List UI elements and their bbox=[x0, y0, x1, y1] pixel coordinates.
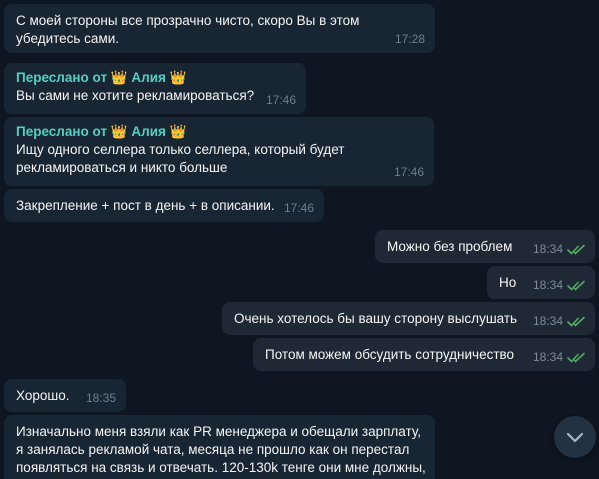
message-text: Ищу одного селлера только селлера, котор… bbox=[16, 142, 349, 175]
message-time: 17:46 bbox=[283, 201, 314, 215]
double-check-icon bbox=[567, 280, 585, 291]
message-text: С моей стороны все прозрачно чисто, скор… bbox=[16, 13, 364, 46]
message-time: 18:34 bbox=[532, 350, 563, 364]
message-time: 18:35 bbox=[85, 391, 116, 405]
message-outgoing[interactable]: Очень хотелось бы вашу сторону выслушать… bbox=[222, 302, 595, 335]
message-text: Закрепление + пост в день + в описании. bbox=[16, 198, 275, 213]
double-check-icon bbox=[567, 352, 585, 363]
message-incoming[interactable]: С моей стороны все прозрачно чисто, скор… bbox=[4, 4, 435, 53]
chat-history: С моей стороны все прозрачно чисто, скор… bbox=[0, 0, 599, 479]
message-forwarded[interactable]: Переслано от 👑 Алия 👑 Вы сами не хотите … bbox=[4, 63, 306, 114]
double-check-icon bbox=[567, 316, 585, 327]
message-incoming[interactable]: Хорошо. 18:35 bbox=[4, 379, 126, 412]
forwarded-header[interactable]: Переслано от 👑 Алия 👑 bbox=[16, 123, 422, 141]
message-time: 18:34 bbox=[532, 242, 563, 256]
message-text: Вы сами не хотите рекламироваться? bbox=[16, 88, 255, 103]
message-time: 18:34 bbox=[532, 278, 563, 292]
message-outgoing[interactable]: Потом можем обсудить сотрудничество 18:3… bbox=[253, 338, 595, 371]
message-time: 17:28 bbox=[394, 32, 425, 46]
double-check-icon bbox=[567, 244, 585, 255]
message-text: Очень хотелось бы вашу сторону выслушать bbox=[234, 311, 518, 326]
scroll-to-bottom-button[interactable] bbox=[554, 416, 596, 458]
forwarded-header[interactable]: Переслано от 👑 Алия 👑 bbox=[16, 69, 294, 87]
message-time: 18:34 bbox=[532, 314, 563, 328]
message-time: 17:46 bbox=[265, 93, 296, 107]
message-time: 17:46 bbox=[393, 165, 424, 179]
message-incoming[interactable]: Закрепление + пост в день + в описании. … bbox=[4, 189, 324, 222]
message-forwarded[interactable]: Переслано от 👑 Алия 👑 Ищу одного селлера… bbox=[4, 117, 434, 186]
message-text: Изначально меня взяли как PR менеджера и… bbox=[16, 424, 426, 475]
chevron-down-icon bbox=[566, 432, 584, 443]
message-incoming[interactable]: Изначально меня взяли как PR менеджера и… bbox=[4, 415, 435, 479]
message-outgoing[interactable]: Можно без проблем 18:34 bbox=[375, 230, 595, 263]
message-outgoing[interactable]: Но 18:34 bbox=[487, 266, 595, 299]
